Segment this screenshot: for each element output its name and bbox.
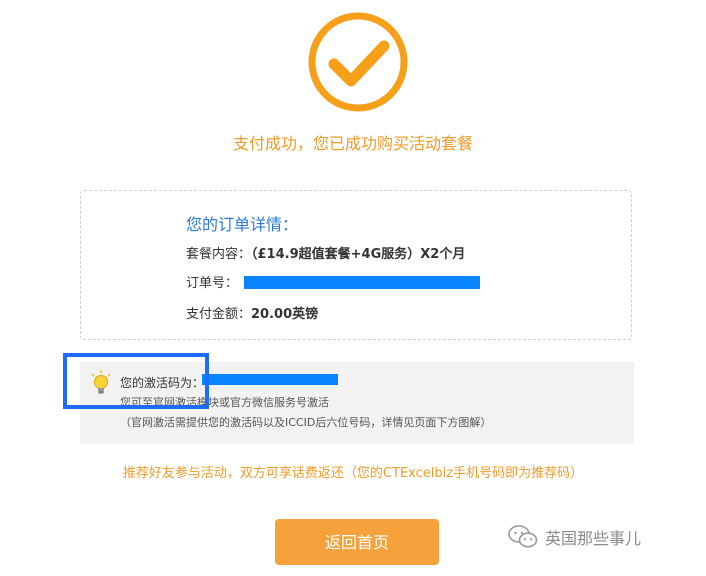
order-amount-row: 支付金额：20.00英镑	[186, 303, 318, 322]
order-number-row: 订单号：	[186, 272, 481, 291]
order-details-box: 您的订单详情： 套餐内容：（£14.9超值套餐+4G服务）X2个月 订单号： 支…	[80, 190, 632, 340]
activation-note: （官网激活需提供您的激活码以及ICCID后六位号码，详情见页面下方图解）	[120, 416, 492, 429]
highlight-frame	[63, 353, 209, 409]
watermark: 英国那些事儿	[507, 524, 641, 550]
order-number-label: 订单号：	[186, 276, 239, 291]
wechat-icon	[508, 525, 538, 548]
return-home-button[interactable]: 返回首页	[275, 519, 439, 565]
payment-success-page: 支付成功，您已成功购买活动套餐 您的订单详情： 套餐内容：（£14.9超值套餐+…	[0, 0, 706, 576]
success-message: 支付成功，您已成功购买活动套餐	[232, 134, 473, 153]
order-package-row: 套餐内容：（£14.9超值套餐+4G服务）X2个月	[186, 243, 465, 262]
watermark-text: 英国那些事儿	[545, 529, 642, 548]
amount-label: 支付金额：	[186, 307, 252, 322]
referral-message: 推荐好友参与活动，双方可享话费返还（您的CTExcelbiz手机号码即为推荐码）	[122, 466, 584, 481]
order-number-redaction	[244, 276, 481, 289]
package-value: （£14.9超值套餐+4G服务）X2个月	[251, 247, 466, 262]
activation-code-redaction	[202, 374, 338, 385]
amount-value: 20.00英镑	[251, 307, 319, 322]
order-details-title: 您的订单详情：	[186, 215, 299, 234]
check-circle-icon	[308, 12, 408, 112]
package-label: 套餐内容：	[186, 247, 252, 262]
